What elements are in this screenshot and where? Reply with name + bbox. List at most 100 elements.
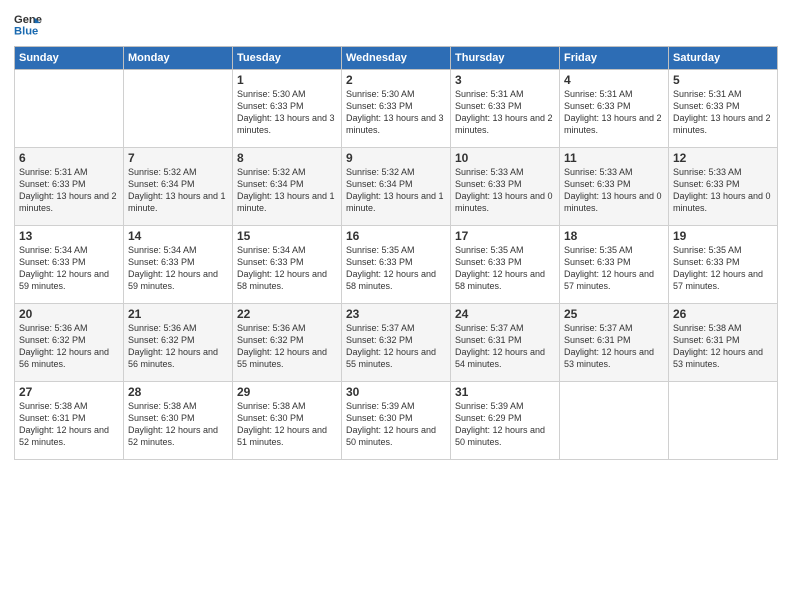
day-info: Sunrise: 5:37 AM Sunset: 6:31 PM Dayligh… [564,322,664,371]
weekday-header-tuesday: Tuesday [233,47,342,70]
day-number: 4 [564,73,664,87]
calendar-cell: 31Sunrise: 5:39 AM Sunset: 6:29 PM Dayli… [451,382,560,460]
day-info: Sunrise: 5:35 AM Sunset: 6:33 PM Dayligh… [455,244,555,293]
day-info: Sunrise: 5:35 AM Sunset: 6:33 PM Dayligh… [346,244,446,293]
day-number: 10 [455,151,555,165]
day-number: 3 [455,73,555,87]
calendar-cell: 16Sunrise: 5:35 AM Sunset: 6:33 PM Dayli… [342,226,451,304]
day-info: Sunrise: 5:38 AM Sunset: 6:30 PM Dayligh… [128,400,228,449]
day-info: Sunrise: 5:31 AM Sunset: 6:33 PM Dayligh… [19,166,119,215]
day-number: 16 [346,229,446,243]
calendar-cell: 20Sunrise: 5:36 AM Sunset: 6:32 PM Dayli… [15,304,124,382]
day-info: Sunrise: 5:38 AM Sunset: 6:31 PM Dayligh… [673,322,773,371]
day-info: Sunrise: 5:31 AM Sunset: 6:33 PM Dayligh… [673,88,773,137]
weekday-header-saturday: Saturday [669,47,778,70]
day-number: 11 [564,151,664,165]
day-number: 19 [673,229,773,243]
calendar-cell: 29Sunrise: 5:38 AM Sunset: 6:30 PM Dayli… [233,382,342,460]
calendar-cell: 5Sunrise: 5:31 AM Sunset: 6:33 PM Daylig… [669,70,778,148]
calendar-cell: 9Sunrise: 5:32 AM Sunset: 6:34 PM Daylig… [342,148,451,226]
weekday-header-friday: Friday [560,47,669,70]
day-info: Sunrise: 5:35 AM Sunset: 6:33 PM Dayligh… [673,244,773,293]
calendar-cell: 26Sunrise: 5:38 AM Sunset: 6:31 PM Dayli… [669,304,778,382]
calendar-cell [669,382,778,460]
day-number: 26 [673,307,773,321]
calendar-cell: 14Sunrise: 5:34 AM Sunset: 6:33 PM Dayli… [124,226,233,304]
calendar-cell: 6Sunrise: 5:31 AM Sunset: 6:33 PM Daylig… [15,148,124,226]
day-number: 9 [346,151,446,165]
day-number: 17 [455,229,555,243]
day-number: 15 [237,229,337,243]
day-number: 28 [128,385,228,399]
day-info: Sunrise: 5:30 AM Sunset: 6:33 PM Dayligh… [237,88,337,137]
day-info: Sunrise: 5:34 AM Sunset: 6:33 PM Dayligh… [19,244,119,293]
logo: General Blue [14,10,42,38]
day-info: Sunrise: 5:34 AM Sunset: 6:33 PM Dayligh… [128,244,228,293]
weekday-header-wednesday: Wednesday [342,47,451,70]
calendar-cell: 21Sunrise: 5:36 AM Sunset: 6:32 PM Dayli… [124,304,233,382]
calendar-cell: 3Sunrise: 5:31 AM Sunset: 6:33 PM Daylig… [451,70,560,148]
day-info: Sunrise: 5:36 AM Sunset: 6:32 PM Dayligh… [237,322,337,371]
day-number: 27 [19,385,119,399]
day-number: 12 [673,151,773,165]
day-info: Sunrise: 5:38 AM Sunset: 6:31 PM Dayligh… [19,400,119,449]
calendar-cell: 25Sunrise: 5:37 AM Sunset: 6:31 PM Dayli… [560,304,669,382]
day-number: 14 [128,229,228,243]
day-number: 31 [455,385,555,399]
calendar-cell: 17Sunrise: 5:35 AM Sunset: 6:33 PM Dayli… [451,226,560,304]
day-info: Sunrise: 5:33 AM Sunset: 6:33 PM Dayligh… [455,166,555,215]
day-number: 21 [128,307,228,321]
day-info: Sunrise: 5:32 AM Sunset: 6:34 PM Dayligh… [128,166,228,215]
day-number: 1 [237,73,337,87]
day-number: 24 [455,307,555,321]
calendar-cell: 13Sunrise: 5:34 AM Sunset: 6:33 PM Dayli… [15,226,124,304]
calendar-cell: 24Sunrise: 5:37 AM Sunset: 6:31 PM Dayli… [451,304,560,382]
calendar-cell: 19Sunrise: 5:35 AM Sunset: 6:33 PM Dayli… [669,226,778,304]
day-info: Sunrise: 5:30 AM Sunset: 6:33 PM Dayligh… [346,88,446,137]
calendar-cell [560,382,669,460]
calendar-cell: 30Sunrise: 5:39 AM Sunset: 6:30 PM Dayli… [342,382,451,460]
calendar-cell: 15Sunrise: 5:34 AM Sunset: 6:33 PM Dayli… [233,226,342,304]
day-number: 23 [346,307,446,321]
day-info: Sunrise: 5:34 AM Sunset: 6:33 PM Dayligh… [237,244,337,293]
calendar-cell: 2Sunrise: 5:30 AM Sunset: 6:33 PM Daylig… [342,70,451,148]
day-info: Sunrise: 5:32 AM Sunset: 6:34 PM Dayligh… [346,166,446,215]
calendar-cell: 1Sunrise: 5:30 AM Sunset: 6:33 PM Daylig… [233,70,342,148]
day-info: Sunrise: 5:35 AM Sunset: 6:33 PM Dayligh… [564,244,664,293]
day-info: Sunrise: 5:31 AM Sunset: 6:33 PM Dayligh… [564,88,664,137]
weekday-header-monday: Monday [124,47,233,70]
logo-icon: General Blue [14,10,42,38]
day-info: Sunrise: 5:39 AM Sunset: 6:29 PM Dayligh… [455,400,555,449]
day-number: 13 [19,229,119,243]
day-number: 30 [346,385,446,399]
svg-text:Blue: Blue [14,25,38,37]
day-info: Sunrise: 5:36 AM Sunset: 6:32 PM Dayligh… [128,322,228,371]
calendar-cell: 23Sunrise: 5:37 AM Sunset: 6:32 PM Dayli… [342,304,451,382]
calendar-cell: 28Sunrise: 5:38 AM Sunset: 6:30 PM Dayli… [124,382,233,460]
day-number: 5 [673,73,773,87]
day-info: Sunrise: 5:36 AM Sunset: 6:32 PM Dayligh… [19,322,119,371]
day-number: 7 [128,151,228,165]
calendar-cell [124,70,233,148]
day-info: Sunrise: 5:31 AM Sunset: 6:33 PM Dayligh… [455,88,555,137]
page: General Blue SundayMondayTuesdayWednesda… [0,0,792,612]
day-info: Sunrise: 5:39 AM Sunset: 6:30 PM Dayligh… [346,400,446,449]
calendar-cell: 27Sunrise: 5:38 AM Sunset: 6:31 PM Dayli… [15,382,124,460]
day-number: 22 [237,307,337,321]
day-number: 18 [564,229,664,243]
day-number: 8 [237,151,337,165]
calendar-cell: 12Sunrise: 5:33 AM Sunset: 6:33 PM Dayli… [669,148,778,226]
calendar-cell: 4Sunrise: 5:31 AM Sunset: 6:33 PM Daylig… [560,70,669,148]
day-info: Sunrise: 5:37 AM Sunset: 6:31 PM Dayligh… [455,322,555,371]
day-number: 20 [19,307,119,321]
day-info: Sunrise: 5:32 AM Sunset: 6:34 PM Dayligh… [237,166,337,215]
calendar-cell: 18Sunrise: 5:35 AM Sunset: 6:33 PM Dayli… [560,226,669,304]
day-info: Sunrise: 5:38 AM Sunset: 6:30 PM Dayligh… [237,400,337,449]
day-number: 25 [564,307,664,321]
calendar-cell: 22Sunrise: 5:36 AM Sunset: 6:32 PM Dayli… [233,304,342,382]
day-info: Sunrise: 5:33 AM Sunset: 6:33 PM Dayligh… [564,166,664,215]
weekday-header-sunday: Sunday [15,47,124,70]
calendar-cell: 7Sunrise: 5:32 AM Sunset: 6:34 PM Daylig… [124,148,233,226]
calendar-cell [15,70,124,148]
calendar-cell: 10Sunrise: 5:33 AM Sunset: 6:33 PM Dayli… [451,148,560,226]
